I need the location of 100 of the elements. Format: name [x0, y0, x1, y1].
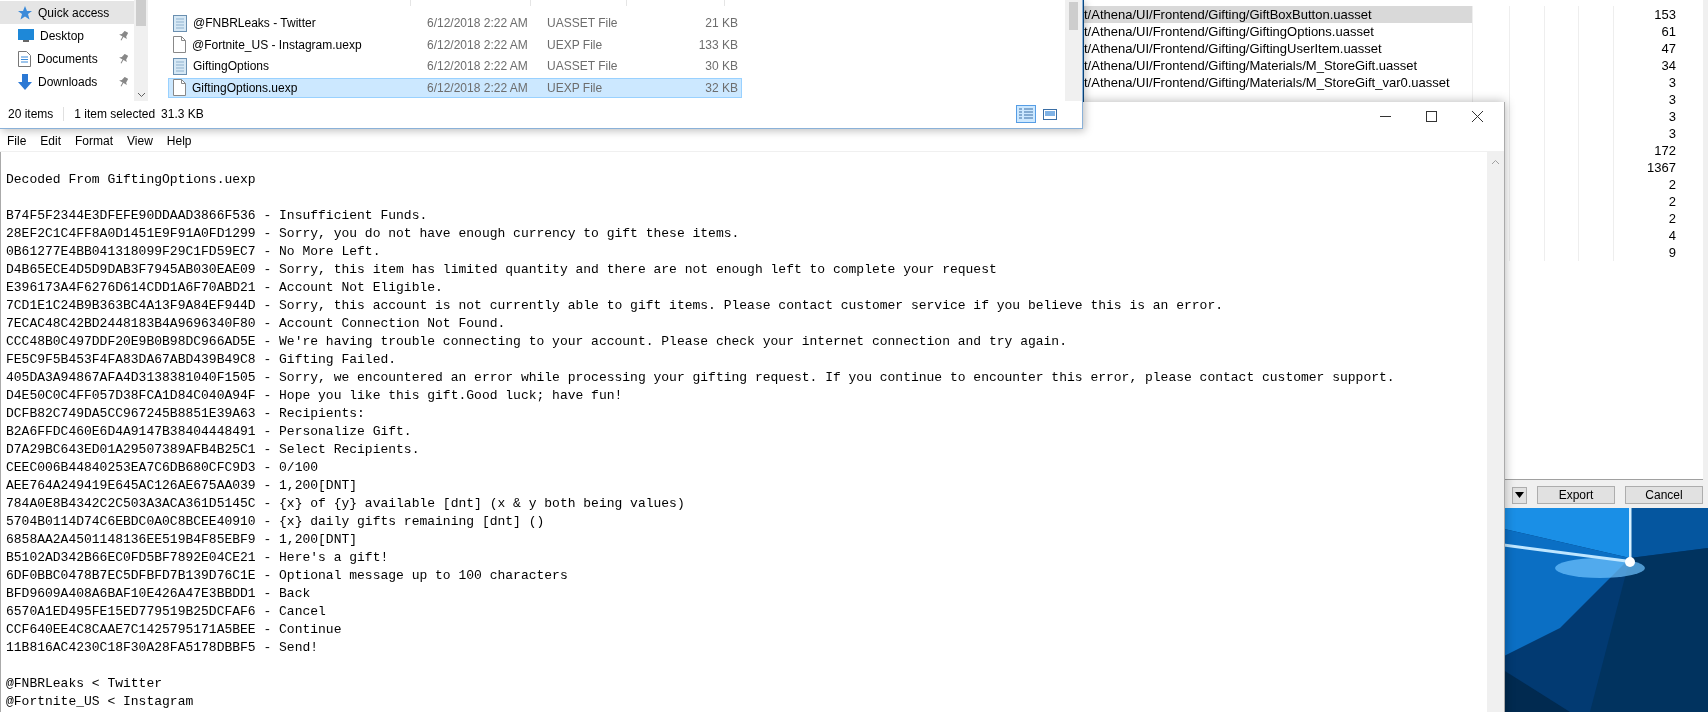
count-cell: 1367 — [1613, 159, 1682, 176]
menu-item[interactable]: View — [120, 133, 160, 148]
path-cell[interactable]: t/Athena/UI/Frontend/Gifting/GiftBoxButton.uasset — [1084, 6, 1472, 23]
path-cell[interactable]: t/Athena/UI/Frontend/Gifting/Materials/M_StoreGift.uasset — [1084, 57, 1472, 74]
text-line: D4E50C0C4FF057D38FCA1D84C040A94F - Hope you like this gift.Good luck; have fun! — [6, 387, 624, 405]
text-line: DCFB82C749DA5CC967245B8851E39A63 - Recipients: — [6, 405, 366, 423]
date-cell-text: 6/12/2018 2:22 AM — [427, 80, 529, 95]
selection-status: 1 item selected — [74, 107, 156, 121]
file-row[interactable]: @FNBRLeaks - Twitter 6/12/2018 2:22 AM UASSET File 21 KB — [168, 13, 742, 33]
scroll-thumb[interactable] — [136, 0, 146, 26]
file-name: @FNBRLeaks - Twitter — [193, 16, 316, 30]
count-cell: 172 — [1613, 142, 1682, 159]
scrollbar[interactable] — [1487, 152, 1504, 712]
file-name: @Fortnite_US - Instagram.uexp — [192, 37, 362, 52]
text-line: B2A6FFDC460E6D4A9147B38404448491 - Personalize Gift. — [6, 423, 413, 441]
count-cell: 4 — [1613, 227, 1682, 244]
size-cell-text: 30 KB — [704, 59, 739, 73]
scroll-thumb[interactable] — [1069, 2, 1078, 30]
type-cell-text: UEXP File — [547, 37, 604, 52]
scrollbar[interactable] — [1065, 0, 1082, 101]
text-line: CEEC006B44840253EA7C6DB680CFC9D3 - 0/100 — [6, 459, 320, 477]
count-cell: 2 — [1613, 193, 1682, 210]
text-line: 6570A1ED495FE15ED779519B25DCFAF6 - Cancel — [6, 603, 327, 621]
menu-item[interactable]: Format — [68, 133, 121, 148]
text-line: 7CD1E1C24B9B363BC4A13F9A84EF944D - Sorry, this account is not currently able to gift items. Please contact customer service if you believe this is an error. — [6, 297, 1224, 315]
text-line: @Fortnite_US < Instagram — [6, 693, 195, 711]
date-cell-text: 6/12/2018 2:22 AM — [427, 16, 529, 30]
file-icon — [173, 79, 186, 96]
size-cell-text: 133 KB — [697, 37, 739, 52]
count-cell: 47 — [1613, 40, 1682, 57]
text-line: 7ECAC48C42BD2448183B4A9696340F80 - Account Connection Not Found. — [6, 315, 507, 333]
date-cell-text: 6/12/2018 2:22 AM — [427, 37, 529, 52]
file-name: GiftingOptions — [193, 59, 270, 73]
file-row[interactable]: GiftingOptions.uexp 6/12/2018 2:22 AM UEXP File 32 KB — [168, 77, 742, 98]
text-line: D7A29BC643ED01A29507389AFB4B25C1 - Select Recipients. — [6, 441, 421, 459]
star-icon — [18, 5, 32, 20]
file-row[interactable]: @Fortnite_US - Instagram.uexp 6/12/2018 2:22 AM UEXP File 133 KB — [168, 34, 742, 55]
text-line: Decoded From GiftingOptions.uexp — [6, 171, 257, 189]
count-cell: 3 — [1613, 108, 1682, 125]
text-line: 405DA3A94867AFA4D3138381040F1505 - Sorry, we encountered an error while processing your gifting request. If you continue to encounter this error, please contact customer support. — [6, 369, 1396, 387]
file-icon — [173, 14, 187, 32]
nav-item[interactable]: Quick access — [0, 1, 134, 24]
cancel-button[interactable]: Cancel — [1625, 486, 1703, 504]
type-cell-text: UASSET File — [547, 16, 619, 30]
file-name: GiftingOptions.uexp — [192, 80, 298, 95]
count-cell: 2 — [1613, 210, 1682, 227]
menu-item[interactable]: Edit — [33, 133, 69, 148]
type-cell-text: UEXP File — [547, 80, 604, 95]
type-cell-text: UASSET File — [547, 59, 619, 73]
text-line: 0B61277E4BB041318099F29C1FD59EC7 - No More Left. — [6, 243, 382, 261]
maximize-icon — [1425, 110, 1437, 122]
count-cell: 9 — [1613, 244, 1682, 261]
count-cell: 3 — [1613, 91, 1682, 108]
text-line: 11B816AC4230C18F30A28FA5178DBBF5 - Send! — [6, 639, 320, 657]
count-cell: 153 — [1613, 6, 1682, 23]
close-icon — [1471, 110, 1483, 122]
count-cell: 3 — [1613, 74, 1682, 91]
nav-item[interactable]: Desktop — [0, 24, 134, 47]
export-button[interactable]: Export — [1537, 486, 1615, 504]
text-line: B74F5F2344E3DFEFE90DDAAD3866F536 - Insufficient Funds. — [6, 207, 429, 225]
document-icon — [18, 50, 31, 67]
text-line: E396173A4F6276D614CDD1A6F70ABD21 - Account Not Eligible. — [6, 279, 444, 297]
size-cell-text: 32 KB — [704, 80, 739, 95]
count-cell: 61 — [1613, 23, 1682, 40]
desktop-icon — [18, 29, 34, 42]
size-cell-text: 21 KB — [704, 16, 739, 30]
text-line: B5102AD342B66EC0FD5BF7892E04CE21 - Here's a gift! — [6, 549, 390, 567]
nav-item[interactable]: Documents — [0, 47, 134, 70]
menu-item[interactable]: Help — [159, 133, 199, 148]
count-cell: 2 — [1613, 176, 1682, 193]
scroll-down-icon — [136, 92, 146, 98]
path-cell[interactable]: t/Athena/UI/Frontend/Gifting/GiftingOptions.uasset — [1084, 23, 1472, 40]
minimize-icon — [1379, 115, 1391, 117]
date-cell-text: 6/12/2018 2:22 AM — [427, 59, 529, 73]
dropdown-button[interactable] — [1512, 486, 1527, 504]
text-line: AEE764A249419E645AC126AE675AA039 - 1,200[DNT] — [6, 477, 359, 495]
text-line: 5704B0114D74C6EBDC0A0C8BCEE40910 - {x} daily gifts remaining [dnt] () — [6, 513, 546, 531]
details-view-icon[interactable] — [1016, 105, 1036, 123]
text-line: @FNBRLeaks < Twitter — [6, 675, 164, 693]
scrollbar[interactable] — [134, 0, 148, 101]
scroll-up-icon — [1491, 158, 1500, 167]
text-line: 28EF2C1C4FF8A0D1451E9F91A0FD1299 - Sorry, you do not have enough currency to gift these items. — [6, 225, 741, 243]
text-line: D4B65ECE4D5D9DAB3F7945AB030EAE09 - Sorry, this item has limited quantity and there are not enough left to complete your request — [6, 261, 998, 279]
path-cell[interactable]: t/Athena/UI/Frontend/Gifting/GiftingUserItem.uasset — [1084, 40, 1472, 57]
text-line: 6858AA2A4501148136EE519B4F85EBF9 - 1,200[DNT] — [6, 531, 359, 549]
menu-item[interactable]: File — [0, 133, 34, 148]
file-icon — [173, 36, 186, 53]
path-cell[interactable]: t/Athena/UI/Frontend/Gifting/Materials/M_StoreGift_var0.uasset — [1084, 74, 1472, 91]
text-line: CCC48B0C497DDF20E9B0B98DC966AD5E - We're having trouble connecting to your account. Please check your internet connection and try again. — [6, 333, 1068, 351]
caret-icon — [1515, 492, 1524, 498]
count-cell: 3 — [1613, 125, 1682, 142]
download-icon — [18, 73, 32, 90]
text-line: 784A0E8B4342C2C503A3ACA361D5145C - {x} of {y} available [dnt] (x & y both being values) — [6, 495, 686, 513]
text-line: 6DF0BBC0478B7EC5DFBFD7B139D76C1E - Optional message up to 100 characters — [6, 567, 569, 585]
file-icon — [173, 57, 187, 75]
item-count: 20 items — [8, 107, 54, 121]
nav-item[interactable]: Downloads — [0, 70, 134, 93]
selection-size: 31.3 KB — [161, 107, 204, 121]
file-row[interactable]: GiftingOptions 6/12/2018 2:22 AM UASSET File 30 KB — [168, 56, 742, 76]
text-line: BFD9609A408A6BAF10E426A47E3BBDD1 - Back — [6, 585, 312, 603]
